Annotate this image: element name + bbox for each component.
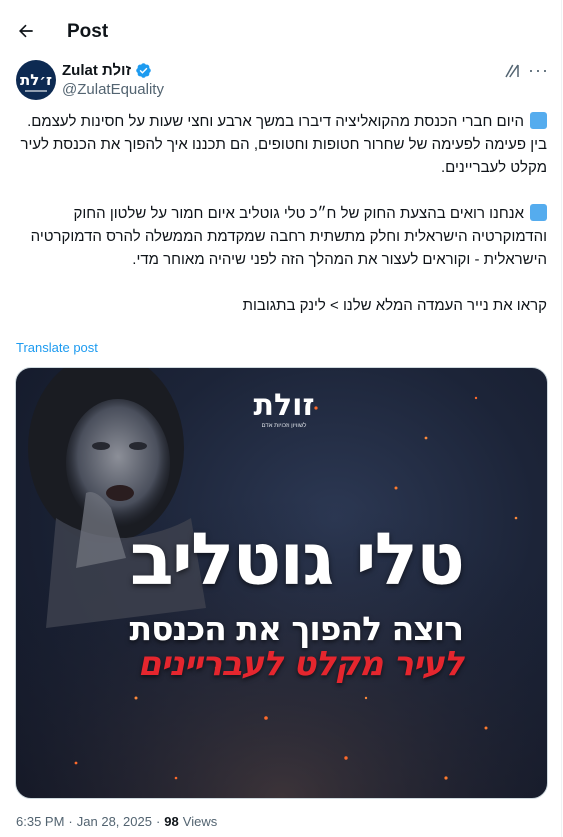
grok-icon[interactable] bbox=[503, 62, 521, 80]
image-headline-red: לעיר מקלט לעבריינים bbox=[137, 644, 464, 684]
post-time[interactable]: 6:35 PM bbox=[16, 814, 64, 829]
tweet-paragraph: היום חברי הכנסת מהקואליציה דיברו במשך אר… bbox=[14, 110, 547, 179]
verified-badge-icon bbox=[136, 63, 151, 78]
author-name-row: Zulat זולת bbox=[62, 62, 152, 79]
views-label: Views bbox=[182, 814, 218, 829]
image-headline-sub: רוצה להפוך את הכנסת bbox=[129, 609, 464, 648]
tweet-paragraph-text: אנחנו רואים בהצעת החוק של ח״כ טלי גוטליב… bbox=[30, 205, 547, 268]
author-handle[interactable]: @ZulatEquality bbox=[62, 81, 164, 98]
post-header: Post bbox=[0, 0, 561, 60]
post-metadata: 6:35 PM · Jan 28, 2025 · 98 Views bbox=[16, 814, 217, 829]
tweet-paragraph: אנחנו רואים בהצעת החוק של ח״כ טלי גוטליב… bbox=[14, 202, 547, 271]
blue-square-icon bbox=[530, 112, 547, 129]
translate-post-link[interactable]: Translate post bbox=[16, 340, 98, 355]
blue-square-icon bbox=[530, 204, 547, 221]
meta-separator: · bbox=[155, 814, 161, 829]
author-display-name[interactable]: Zulat זולת bbox=[62, 62, 131, 79]
meta-separator: · bbox=[68, 814, 73, 829]
views-count: 98 bbox=[164, 814, 179, 829]
arrow-left-icon[interactable] bbox=[14, 19, 38, 43]
avatar-logo-underline bbox=[25, 90, 47, 92]
post-page: Post ז׳לת Zulat זולת @ZulatEquality ··· … bbox=[0, 0, 562, 837]
tweet-paragraph-text: קראו את נייר העמדה המלא שלנו > לינק בתגו… bbox=[242, 297, 547, 314]
avatar-logo-text: ז׳לת bbox=[20, 70, 52, 89]
page-title: Post bbox=[67, 21, 109, 42]
tweet-paragraph: קראו את נייר העמדה המלא שלנו > לינק בתגו… bbox=[14, 294, 547, 317]
avatar[interactable]: ז׳לת bbox=[16, 60, 56, 100]
post-date[interactable]: Jan 28, 2025 bbox=[77, 814, 152, 829]
tweet-paragraph-text: היום חברי הכנסת מהקואליציה דיברו במשך אר… bbox=[20, 113, 547, 176]
post-image[interactable]: זולת לשוויון וזכויות אדם טלי גוטליב רוצה… bbox=[15, 367, 548, 799]
brand-logo-text: זולת bbox=[253, 388, 315, 423]
brand-tagline: לשוויון וזכויות אדם bbox=[261, 423, 307, 429]
brand-logo: זולת לשוויון וזכויות אדם bbox=[252, 390, 316, 430]
tweet-text: היום חברי הכנסת מהקואליציה דיברו במשך אר… bbox=[14, 110, 547, 317]
more-options-icon[interactable]: ··· bbox=[528, 60, 549, 81]
image-headline-main: טלי גוטליב bbox=[129, 517, 465, 601]
